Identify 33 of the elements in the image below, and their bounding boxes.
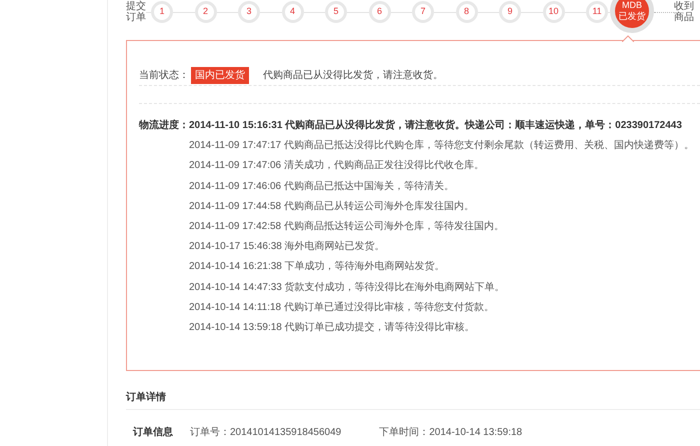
status-message: 代购商品已从没得比发货，请注意收货。	[263, 68, 443, 82]
logistics-entry: 2014-11-09 17:46:06 代购商品已抵达中国海关，等待清关。	[189, 180, 455, 194]
step-label: 收到 商品	[674, 1, 694, 23]
row-label: 订单信息	[133, 426, 174, 440]
step-marker: 7	[412, 1, 434, 23]
step-marker: 4	[282, 1, 304, 23]
step-marker: 10	[542, 1, 564, 23]
step-marker: 11	[586, 1, 608, 23]
step-marker: 8	[456, 1, 478, 23]
logistics-entry: 2014-10-14 16:21:38 下单成功，等待海外电商网站发货。	[189, 260, 446, 274]
order-field: 下单时间：2014-10-14 13:59:18	[379, 425, 522, 440]
logistics-entry: 2014-10-14 13:59:18 代购订单已成功提交，请等待没得比审核。	[189, 320, 476, 335]
logistics-entry: 2014-10-14 14:11:18 代购订单已通过没得比审核，等待您支付货款。	[189, 300, 495, 315]
logistics-label: 物流进度：	[139, 118, 189, 133]
logistics-entry: 2014-11-09 17:47:17 代购商品已抵达没得比代购仓库，等待您支付剩余尾款（转运费用、关税、国内快递费等）。	[189, 138, 694, 154]
order-field: 订单号：20141014135918456049	[190, 425, 342, 440]
logistics-entry: 2014-11-09 17:42:58 代购商品抵达转运公司海外仓库，等待发往国内。	[189, 220, 505, 234]
logistics-entry: 2014-10-14 14:47:33 货款支付成功，等待没得比在海外电商网站下单。	[189, 280, 506, 294]
status-label: 当前状态：	[139, 68, 189, 82]
step-marker: 6	[368, 1, 390, 23]
logistics-entry: 2014-11-09 17:47:06 清关成功，代购商品正发往没得比代收仓库。	[189, 158, 485, 174]
step-marker: 3	[238, 1, 260, 23]
step-marker: 9	[499, 1, 521, 23]
step-marker: 1	[151, 1, 173, 23]
step-label: 提交 订单	[126, 1, 146, 23]
status-badge: 国内已发货	[191, 66, 249, 84]
current-step-marker: MDB 已发货	[610, 0, 654, 33]
logistics-entry: 2014-11-10 15:16:31 代购商品已从没得比发货，请注意收货。快递公司：顺丰速运快递，单号：023390172443	[189, 118, 683, 133]
step-marker: 5	[325, 1, 347, 23]
section-title: 订单详情	[126, 390, 700, 410]
logistics-entry: 2014-11-09 17:44:58 代购商品已从转运公司海外仓库发往国内。	[189, 200, 475, 214]
step-marker: 2	[194, 1, 216, 23]
logistics-entry: 2014-10-17 15:46:38 海外电商网站已发货。	[189, 240, 386, 254]
